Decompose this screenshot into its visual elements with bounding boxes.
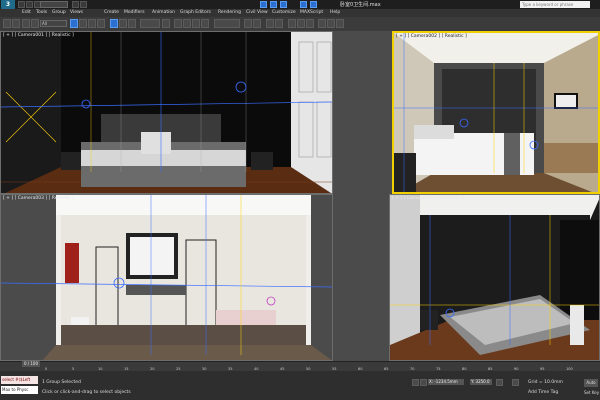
redo-icon[interactable] [80,1,87,8]
selection-status: 1 Group Selected [42,380,81,385]
viewport-label[interactable]: [ + ] [ Camera004 ] [ Realistic ] [392,196,463,201]
material-editor-icon[interactable] [306,19,314,28]
menu-rendering[interactable]: Rendering [218,10,241,15]
menu-tools[interactable]: Tools [36,10,47,15]
region-select-icon[interactable] [88,19,96,28]
viewport-label[interactable]: [ + ] [ Camera003 ] [ Realistic ] [3,196,74,201]
menu-modifiers[interactable]: Modifiers [124,10,145,15]
render-setup-icon[interactable] [318,19,326,28]
viewport-camera004[interactable]: [ + ] [ Camera004 ] [ Realistic ] [389,194,600,361]
viewport-label[interactable]: [ + ] [ Camera001 ] [ Realistic ] [3,33,74,38]
rendered-frame-window-icon[interactable] [327,19,335,28]
workspace-dropdown[interactable] [40,1,68,8]
auto-key-button[interactable]: Auto [584,379,598,387]
title-tool-4-icon[interactable] [300,1,307,8]
unlink-icon[interactable] [31,19,39,28]
menu-graph-editors[interactable]: Graph Editors [180,10,211,15]
angle-snap-icon[interactable] [183,19,191,28]
title-tool-3-icon[interactable] [280,1,287,8]
search-input[interactable]: Type a keyword or phrase [520,1,590,8]
window-title: 卧室0卫生间.max [340,2,381,8]
menu-views[interactable]: Views [70,10,83,15]
absolute-mode-icon[interactable] [420,379,427,386]
selection-filter-dropdown[interactable]: All [40,20,67,27]
app-logo[interactable]: 3 [1,0,15,9]
snaps-toggle-icon[interactable] [174,19,182,28]
menu-help[interactable]: Help [330,10,340,15]
open-file-icon[interactable] [26,1,33,8]
align-icon[interactable] [253,19,261,28]
grid-size-readout: Grid = 10.0mm [528,380,563,385]
bathroom-scene-render [1,195,332,360]
viewport-camera002[interactable]: [ + ] [ Camera002 ] [ Realistic ] [392,31,600,194]
menu-maxscript[interactable]: MAXScript [300,10,323,15]
named-selection-dropdown[interactable] [214,19,240,28]
new-file-icon[interactable] [18,1,25,8]
viewport-camera001[interactable]: [ + ] [ Camera001 ] [ Realistic ] [0,31,333,194]
menu-create[interactable]: Create [104,10,119,15]
title-tool-2-icon[interactable] [270,1,277,8]
redo-button[interactable] [12,19,20,28]
bedroom-scene-render [1,32,332,193]
render-production-icon[interactable] [336,19,344,28]
mirror-icon[interactable] [244,19,252,28]
scene-explorer-icon[interactable] [266,19,274,28]
viewport-camera003[interactable]: [ + ] [ Camera003 ] [ Realistic ] [0,194,333,361]
spinner-snap-icon[interactable] [201,19,209,28]
select-by-name-icon[interactable] [79,19,87,28]
pivot-center-icon[interactable] [162,19,170,28]
link-icon[interactable] [22,19,30,28]
viewport-label[interactable]: [ + ] [ Camera002 ] [ Realistic ] [396,34,467,39]
grid-icon [512,379,519,386]
reference-coordinate-dropdown[interactable] [140,19,160,28]
menu-animation[interactable]: Animation [152,10,175,15]
x-coordinate-field[interactable]: X: -1234.5mm [428,379,464,385]
isolate-selection-icon[interactable] [496,379,503,386]
maxscript-listener-input[interactable]: Max to Physc [1,386,38,394]
curve-editor-icon[interactable] [288,19,296,28]
lock-selection-icon[interactable] [412,379,419,386]
add-time-tag[interactable]: Add Time Tag [528,390,558,395]
select-move-button[interactable] [110,19,118,28]
undo-icon[interactable] [72,1,79,8]
bedroom-perspective-render [394,33,598,192]
bedroom-angle-render [390,195,599,360]
viewport-area: [ + ] [ Camera001 ] [ Realistic ] [+] … [0,31,600,361]
select-scale-icon[interactable] [128,19,136,28]
maxscript-listener-output[interactable]: select #($Left [1,376,38,384]
y-coordinate-field[interactable]: Y: 3250.0 [470,379,492,385]
window-crossing-icon[interactable] [97,19,105,28]
undo-button[interactable] [3,19,11,28]
menu-customize[interactable]: Customize [272,10,296,15]
menu-group[interactable]: Group [52,10,66,15]
layer-explorer-icon[interactable] [275,19,283,28]
title-tool-5-icon[interactable] [310,1,317,8]
prompt-line: Click or click-and-drag to select object… [42,390,131,395]
status-bar [0,371,600,400]
schematic-view-icon[interactable] [297,19,305,28]
percent-snap-icon[interactable] [192,19,200,28]
set-key-button[interactable]: Set Key [584,390,599,395]
select-object-button[interactable] [70,19,78,28]
menu-civil-view[interactable]: Civil View [246,10,268,15]
menu-edit[interactable]: Edit [22,10,31,15]
title-tool-1-icon[interactable] [260,1,267,8]
select-rotate-icon[interactable] [119,19,127,28]
